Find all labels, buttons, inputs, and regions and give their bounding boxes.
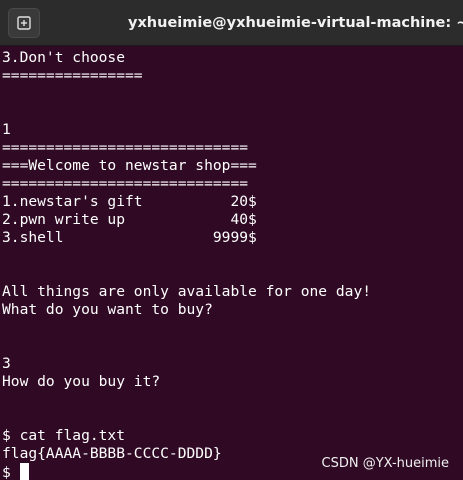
terminal-line: ============================ [2, 175, 249, 192]
terminal-line: All things are only available for one da… [2, 283, 372, 300]
terminal-line: How do you buy it? [2, 373, 161, 390]
terminal-line: 3 [2, 355, 11, 372]
window-title: yxhueimie@yxhueimie-virtual-machine: ~/D… [128, 15, 463, 31]
terminal-line: flag{AAAA-BBBB-CCCC-DDDD} [2, 445, 222, 462]
terminal-line: ===Welcome to newstar shop=== [2, 157, 257, 174]
text-cursor [19, 463, 29, 480]
title-bar: yxhueimie@yxhueimie-virtual-machine: ~/D… [0, 0, 463, 46]
terminal-line: 2.pwn write up 40$ [2, 211, 257, 228]
terminal-line: ================ [2, 67, 143, 84]
terminal-line: 1 [2, 121, 11, 138]
watermark: CSDN @YX-hueimie [321, 456, 449, 471]
terminal-line: 3.Don't choose [2, 49, 126, 66]
terminal-window: yxhueimie@yxhueimie-virtual-machine: ~/D… [0, 0, 463, 480]
terminal-prompt-line: $ [2, 463, 29, 480]
prompt-symbol: $ [2, 464, 11, 480]
new-tab-icon [17, 16, 31, 30]
new-tab-button[interactable] [8, 8, 40, 38]
terminal-line: 3.shell 9999$ [2, 229, 257, 246]
terminal-line: 1.newstar's gift 20$ [2, 193, 257, 210]
terminal-output[interactable]: 3.Don't choose ================ 1 ======… [2, 47, 463, 480]
terminal-line: $ cat flag.txt [2, 427, 126, 444]
terminal-line: What do you want to buy? [2, 301, 213, 318]
terminal-line: ============================ [2, 139, 249, 156]
